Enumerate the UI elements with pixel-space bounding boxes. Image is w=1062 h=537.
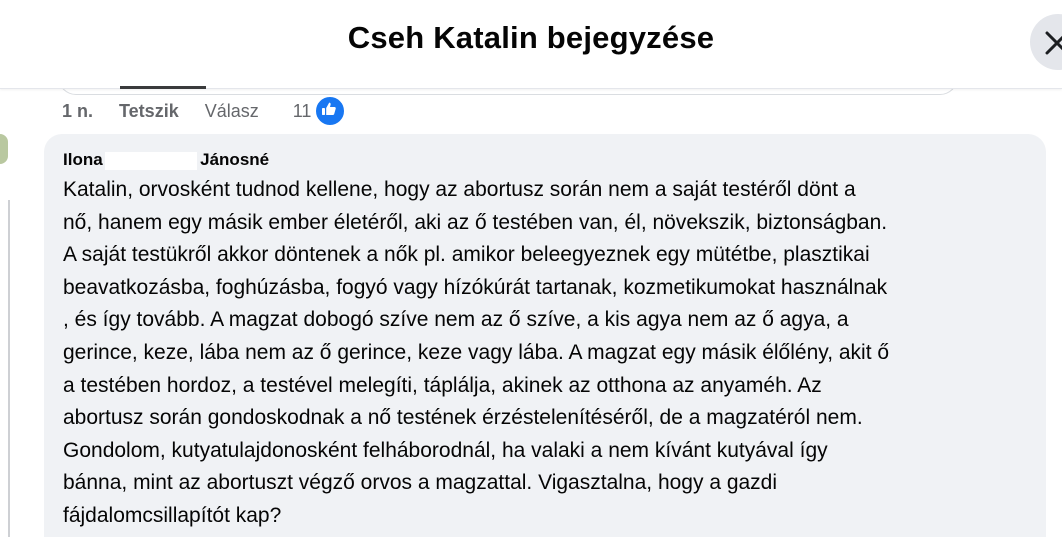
comment-line: nő, hanem egy másik ember életéről, aki … xyxy=(63,210,888,234)
scroll-indicator[interactable] xyxy=(120,86,206,89)
comment-line: fájdalomcsillapítót kap? xyxy=(63,503,282,527)
comment-line: Gondolom, kutyatulajdonosként felháborod… xyxy=(63,438,828,462)
comment-line: a testében hordoz, a testével melegíti, … xyxy=(63,373,822,397)
reaction-count[interactable]: 11 xyxy=(293,101,312,122)
comment-actions: 1 n. Tetszik Válasz 11 xyxy=(62,95,347,127)
thread-line xyxy=(8,200,10,537)
author-last-name: Jánosné xyxy=(200,150,270,169)
comment-line: bánna, mint az abortuszt végző orvos a m… xyxy=(63,471,778,495)
redacted-name-block xyxy=(105,151,198,170)
dialog-title: Cseh Katalin bejegyzése xyxy=(347,20,715,55)
reply-button[interactable]: Válasz xyxy=(205,101,259,122)
like-button[interactable]: Tetszik xyxy=(119,101,179,122)
thumbs-up-icon[interactable] xyxy=(314,95,347,127)
comment-text: Katalin, orvosként tudnod kellene, hogy … xyxy=(63,174,1039,533)
author-first-name: Ilona xyxy=(63,150,103,169)
post-comments-dialog: Cseh Katalin bejegyzése 1 n. Tetszik Vál… xyxy=(0,0,1062,537)
comment-line: abortusz során gondoskodnak a nő testéne… xyxy=(63,406,863,430)
comment-author[interactable]: Ilona Jánosné xyxy=(63,150,269,170)
comment-line: beavatkozásba, foghúzásba, fogyó vagy hí… xyxy=(63,275,888,299)
close-icon xyxy=(1045,31,1062,55)
comment-line: , és így tovább. A magzat dobogó szíve n… xyxy=(63,308,849,332)
comment-timestamp[interactable]: 1 n. xyxy=(62,101,93,122)
comment-line: A saját testükről akkor döntenek a nők p… xyxy=(63,243,870,267)
avatar[interactable] xyxy=(0,134,8,164)
comment-line: Katalin, orvosként tudnod kellene, hogy … xyxy=(63,178,856,201)
dialog-header: Cseh Katalin bejegyzése xyxy=(0,0,1062,89)
comment-line: gerince, keze, lába nem az ő gerince, ke… xyxy=(63,340,890,364)
